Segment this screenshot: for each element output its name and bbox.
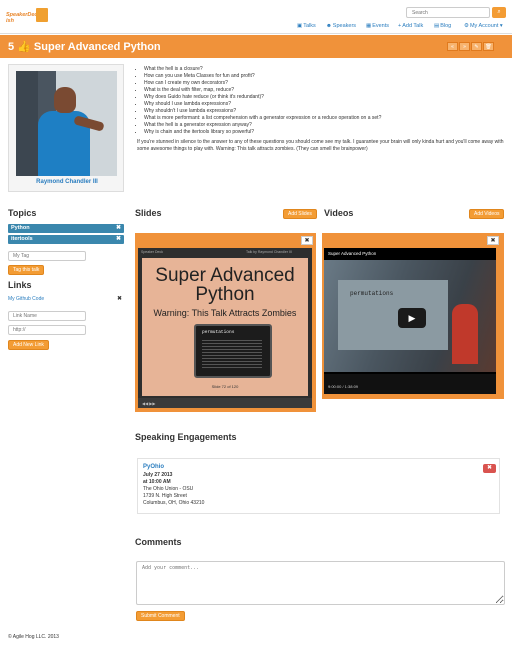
search-input[interactable] [406, 7, 490, 18]
list-item: What is more performant: a list comprehe… [144, 115, 505, 122]
book-icon: ▤ [434, 23, 440, 29]
nav-add-talk[interactable]: +Add Talk [398, 23, 423, 32]
list-item: How can I create my own decorators? [144, 80, 505, 87]
list-item: Why does Guido hate reduce (or think it'… [144, 94, 505, 101]
submit-comment-button[interactable]: Submit Comment [136, 611, 185, 621]
event-city: Columbus, OH, Ohio 43210 [143, 500, 205, 506]
logo-book-icon [36, 8, 48, 22]
delete-engagement-button[interactable]: ✖ [483, 464, 496, 473]
video-title: Super Advanced Python [328, 251, 377, 256]
slide-title: Super Advanced Python [155, 265, 295, 305]
list-item: Why shouldn't I use lambda expressions? [144, 108, 505, 115]
list-item: Why should I use lambda expressions? [144, 101, 505, 108]
comments-icon: ▣ [297, 23, 303, 29]
remove-tag-icon[interactable]: ✖ [116, 224, 121, 233]
topic-tag[interactable]: Python ✖ [8, 224, 124, 233]
event-street: 1739 N. High Street [143, 493, 187, 499]
nav-speakers[interactable]: ☻Speakers [326, 23, 356, 32]
list-item: Why is chain and the itertools library s… [144, 129, 505, 136]
abstract-paragraph: If you're stunned in silence to the answ… [137, 139, 504, 152]
nav-talks[interactable]: ▣Talks [297, 23, 316, 32]
previous-talk-button[interactable]: « [447, 42, 458, 51]
event-date: July 27 2013 [143, 472, 173, 478]
event-time: at 10:00 AM [143, 479, 171, 485]
tag-talk-button[interactable]: Tag this talk [8, 265, 45, 275]
slide-subtitle: Warning: This Talk Attracts Zombies [153, 308, 297, 318]
videos-heading: Videos [324, 208, 354, 218]
topics-heading: Topics [8, 208, 37, 218]
add-videos-button[interactable]: Add Videos [469, 209, 505, 219]
topic-tag[interactable]: itertools ✖ [8, 235, 124, 244]
caret-down-icon: ▾ [499, 23, 503, 29]
users-icon: ☻ [326, 23, 332, 29]
title-actions: «» ✎ 🗑 [446, 42, 494, 51]
list-item: What is the deal with filter, map, reduc… [144, 87, 505, 94]
site-logo[interactable]: SpeakerDeck-ish [6, 6, 48, 26]
slide-canvas: Super Advanced Python Warning: This Talk… [142, 258, 308, 396]
comments-heading: Comments [135, 537, 182, 547]
add-slides-button[interactable]: Add Slides [283, 209, 317, 219]
add-link-button[interactable]: Add New Link [8, 340, 49, 350]
speaker-card: Raymond Chandler III [8, 64, 124, 192]
gear-icon: ⚙ [464, 23, 469, 29]
magnifier-icon: ⌕ [497, 9, 501, 15]
prev-slide-icon[interactable]: ◀◀ [142, 401, 148, 406]
next-slide-icon[interactable]: ▶▶ [149, 401, 155, 406]
comment-textarea[interactable] [136, 561, 505, 605]
video-controls[interactable]: 9:00:00 / 1:38:09 [324, 374, 496, 394]
close-icon[interactable]: ✖ [301, 236, 313, 245]
engagement-card: PyOhio July 27 2013 at 10:00 AM The Ohio… [137, 458, 500, 514]
event-link[interactable]: PyOhio [143, 464, 164, 470]
slide-counter: Slide 72 of 120 [211, 384, 239, 389]
link-url-input[interactable] [8, 325, 86, 335]
slide-topbar: Speaker Deck Talk by Raymond Chandler III [138, 248, 312, 256]
calendar-icon: ▦ [366, 23, 372, 29]
plus-icon: + [398, 23, 402, 29]
engagements-heading: Speaking Engagements [135, 432, 237, 442]
page-title: 5 👍 Super Advanced Python [8, 41, 161, 53]
question-list: What the hell is a closure? How can you … [137, 66, 505, 136]
talk-abstract: What the hell is a closure? How can you … [137, 66, 505, 153]
play-icon[interactable]: ▶ [398, 308, 426, 328]
footer-copyright: © Agile Hog LLC. 2013 [8, 634, 59, 640]
remove-link-icon[interactable]: ✖ [117, 295, 122, 302]
list-item: What the hell is a generator expression … [144, 122, 505, 129]
tag-input[interactable] [8, 251, 86, 261]
nav-my-account[interactable]: ⚙My Account ▾ [464, 23, 503, 32]
link-name-input[interactable] [8, 311, 86, 321]
delete-button[interactable]: 🗑 [483, 42, 494, 51]
slide-embed[interactable]: Speaker Deck Talk by Raymond Chandler III… [138, 248, 312, 408]
speaker-name-link[interactable]: Raymond Chandler III [9, 179, 125, 185]
talk-title-bar: 5 👍 Super Advanced Python «» ✎ 🗑 [0, 35, 512, 58]
slide-terminal: permutations [194, 324, 272, 378]
nav-events[interactable]: ▦Events [366, 23, 389, 32]
event-venue: The Ohio Union - OSU [143, 486, 194, 492]
top-navbar: SpeakerDeck-ish ⌕ ▣Talks ☻Speakers ▦Even… [0, 0, 512, 34]
list-item: What the hell is a closure? [144, 66, 505, 73]
video-time: 9:00:00 / 1:38:09 [328, 384, 359, 389]
list-item: How can you use Meta Classes for fun and… [144, 73, 505, 80]
edit-button[interactable]: ✎ [471, 42, 482, 51]
links-heading: Links [8, 280, 32, 290]
search-button[interactable]: ⌕ [492, 7, 506, 18]
video-embed[interactable]: Super Advanced Python permutations ▶ 9:0… [324, 248, 496, 394]
close-icon[interactable]: ✖ [487, 236, 499, 245]
link-github[interactable]: My Github Code [8, 296, 44, 302]
slide-controls[interactable]: ◀◀ ▶▶ [138, 398, 312, 408]
nav-blog[interactable]: ▤Blog [434, 23, 451, 32]
close-icon: ✖ [486, 465, 493, 471]
slides-heading: Slides [135, 208, 162, 218]
remove-tag-icon[interactable]: ✖ [116, 235, 121, 244]
next-talk-button[interactable]: » [459, 42, 470, 51]
speaker-photo[interactable] [16, 71, 117, 176]
